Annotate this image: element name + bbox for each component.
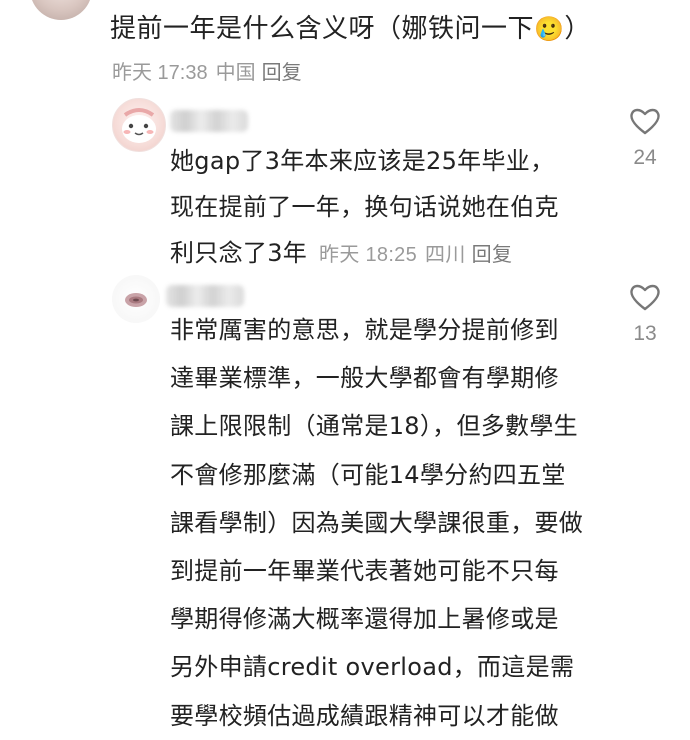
top-comment-avatar[interactable]	[30, 0, 92, 20]
top-comment-body: 提前一年是什么含义呀（娜铁问一下	[110, 14, 535, 44]
reply-2-line: 另外申請credit overload，而這是需	[170, 653, 575, 682]
top-comment-time: 昨天 17:38	[112, 62, 208, 84]
heart-outline-icon[interactable]	[629, 106, 661, 136]
reply-2-line: 到提前一年畢業代表著她可能不只每	[170, 557, 559, 586]
reply-2-like-count: 13	[633, 322, 657, 345]
reply-2-text: 非常厲害的意思，就是學分提前修到 達畢業標準，一般大學都會有學期修 課上限限制（…	[170, 306, 583, 740]
reply-2-line: 非常厲害的意思，就是學分提前修到	[170, 316, 559, 344]
reply-1-avatar[interactable]	[112, 98, 166, 152]
reply-1-line-with-meta: 利只念了3年 昨天 18:25 四川 回复	[170, 230, 559, 278]
tired-emoji-icon: 🥲	[534, 15, 565, 43]
reply-1-location: 四川	[425, 244, 466, 266]
reply-2-line: 達畢業標準，一般大學都會有學期修	[170, 364, 559, 393]
reply-1-line: 利只念了3年	[170, 239, 308, 267]
lips-avatar-icon	[125, 293, 147, 307]
reply-2-line: 課看學制）因為美國大學課很重，要做	[170, 508, 584, 537]
top-comment-text: 提前一年是什么含义呀（娜铁问一下🥲）	[110, 8, 591, 45]
heart-outline-icon[interactable]	[629, 282, 661, 312]
reply-2-line: 不會修那麼滿（可能14學分約四五堂	[170, 460, 566, 489]
cartoon-avatar-icon	[122, 108, 156, 143]
reply-1-like-button[interactable]: 24	[620, 106, 670, 170]
reply-2-username-blurred[interactable]	[166, 285, 244, 307]
top-comment-reply-button[interactable]: 回复	[262, 62, 302, 84]
reply-2-avatar[interactable]	[112, 275, 160, 323]
reply-1-text: 她gap了3年本来应该是25年毕业， 现在提前了一年，换句话说她在伯克 利只念了…	[170, 138, 559, 278]
reply-1-time: 昨天 18:25	[319, 244, 418, 266]
reply-1-line: 她gap了3年本来应该是25年毕业，	[170, 147, 555, 175]
reply-2-like-button[interactable]: 13	[620, 282, 670, 346]
top-comment-close-paren: ）	[564, 14, 591, 44]
reply-1-username-blurred[interactable]	[170, 110, 248, 132]
top-comment-meta: 昨天 17:38 中国 回复	[112, 56, 302, 85]
reply-2-line: 學期得修滿大概率還得加上暑修或是	[170, 605, 559, 634]
reply-2-line: 課上限限制（通常是18），但多數學生	[170, 412, 578, 441]
reply-2-line: 要學校頻估過成績跟精神可以才能做	[170, 701, 559, 730]
top-comment-location: 中国	[215, 62, 256, 84]
reply-1-reply-button[interactable]: 回复	[472, 244, 513, 266]
reply-1-line: 现在提前了一年，换句话说她在伯克	[170, 193, 559, 221]
reply-1-meta: 昨天 18:25 四川 回复	[319, 244, 512, 266]
reply-1-like-count: 24	[633, 146, 657, 169]
